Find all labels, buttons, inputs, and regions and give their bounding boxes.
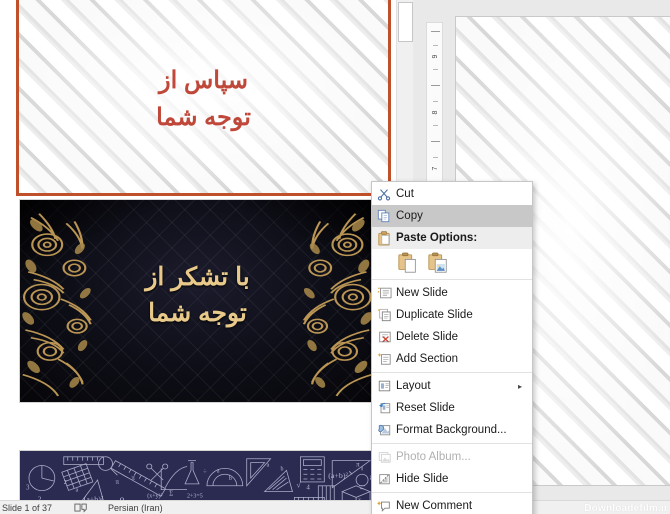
- status-bar: Slide 1 of 37 Persian (Iran): [0, 500, 670, 514]
- context-menu-label-delete-slide: Delete Slide: [396, 331, 459, 343]
- slide2-line-1: با تشکر از: [145, 262, 250, 291]
- context-menu-item-add-section[interactable]: Add Section: [372, 348, 532, 370]
- context-menu-item-photo-album[interactable]: Photo Album...: [372, 446, 532, 468]
- duplicate-slide-icon: [372, 304, 396, 326]
- svg-text:π: π: [356, 462, 360, 469]
- context-menu-label-hide-slide: Hide Slide: [396, 473, 449, 485]
- svg-text:a: a: [76, 488, 79, 494]
- thumbnail-scrollbar-thumb[interactable]: [398, 2, 413, 42]
- slide3-math-doodles: 2 (a+b)² 8 π (x+y)² 2+3=5 ÷ a b a b √ 4 …: [26, 456, 375, 503]
- context-menu-label-photo-album: Photo Album...: [396, 451, 471, 463]
- context-menu-item-format-background[interactable]: Format Background...: [372, 419, 532, 441]
- paste-use-destination-theme-button[interactable]: [396, 251, 420, 275]
- new-comment-icon: [372, 495, 396, 514]
- delete-slide-icon: [372, 326, 396, 348]
- slide2-line-2: توجه شما: [148, 298, 247, 327]
- context-menu-item-delete-slide[interactable]: Delete Slide: [372, 326, 532, 348]
- context-menu-label-new-comment: New Comment: [396, 500, 473, 512]
- notes-icon[interactable]: [74, 503, 88, 513]
- context-menu-label-new-slide: New Slide: [396, 287, 448, 299]
- paste-picture-button[interactable]: [426, 251, 450, 275]
- context-menu-item-cut[interactable]: Cut: [372, 183, 532, 205]
- status-slide-count[interactable]: Slide 1 of 37: [2, 503, 52, 513]
- context-menu-label-reset-slide: Reset Slide: [396, 402, 455, 414]
- paste-options-row[interactable]: [372, 249, 532, 277]
- svg-text:a: a: [267, 463, 270, 469]
- svg-text:b: b: [229, 476, 232, 482]
- svg-text:2+3=5: 2+3=5: [187, 493, 203, 499]
- slide-thumbnail-1[interactable]: سپاس از توجه شما: [16, 0, 391, 196]
- new-slide-icon: [372, 282, 396, 304]
- slide-thumbnail-panel[interactable]: سپاس از توجه شما با تشکر از توجه شما (a+…: [0, 0, 396, 503]
- context-menu-label-paste-options: Paste Options:: [396, 232, 478, 244]
- context-menu-label-duplicate-slide: Duplicate Slide: [396, 309, 473, 321]
- svg-text:÷: ÷: [203, 469, 207, 476]
- ruler-label-0: 9: [432, 54, 439, 59]
- context-menu-separator-1: [372, 279, 532, 280]
- ruler-label-1: 8: [432, 110, 439, 115]
- context-menu-item-new-slide[interactable]: New Slide: [372, 282, 532, 304]
- context-menu-separator-2: [372, 372, 532, 373]
- svg-text:3: 3: [26, 485, 30, 492]
- context-menu-item-new-comment[interactable]: New Comment: [372, 495, 532, 514]
- context-menu-separator-4: [372, 492, 532, 493]
- context-menu-label-copy: Copy: [396, 210, 423, 222]
- context-menu-item-copy[interactable]: Copy: [372, 205, 532, 227]
- thumbnail-number-2: [0, 199, 16, 203]
- slide2-text: با تشکر از توجه شما: [20, 259, 375, 332]
- context-menu-separator-3: [372, 443, 532, 444]
- context-menu-item-duplicate-slide[interactable]: Duplicate Slide: [372, 304, 532, 326]
- svg-text:(a+b)²: (a+b)²: [328, 471, 348, 480]
- slide1-line-1: سپاس از: [159, 66, 248, 94]
- context-menu-label-cut: Cut: [396, 188, 414, 200]
- format-background-icon: [372, 419, 396, 441]
- slide1-line-2: توجه شما: [156, 104, 251, 131]
- svg-text:Σ: Σ: [169, 491, 173, 498]
- context-menu-item-hide-slide[interactable]: Hide Slide: [372, 468, 532, 490]
- svg-text:π: π: [115, 479, 119, 486]
- add-section-icon: [372, 348, 396, 370]
- context-menu-item-layout[interactable]: Layout ▸: [372, 375, 532, 397]
- thumbnail-row-2[interactable]: با تشکر از توجه شما: [0, 199, 396, 403]
- svg-text:(x+y)²: (x+y)²: [147, 492, 162, 499]
- watermark-text: Downloadefilm.ir: [584, 503, 668, 514]
- thumbnail-row-3[interactable]: 2 (a+b)² 8 π (x+y)² 2+3=5 ÷ a b a b √ 4 …: [0, 450, 396, 503]
- photo-album-icon: [372, 446, 396, 468]
- svg-text:a: a: [217, 468, 220, 474]
- svg-text:π: π: [131, 475, 135, 482]
- context-menu-label-add-section: Add Section: [396, 353, 459, 365]
- svg-text:2: 2: [64, 480, 67, 486]
- context-menu-label-layout: Layout: [396, 380, 431, 392]
- powerpoint-window: سپاس از توجه شما با تشکر از توجه شما (a+…: [0, 0, 670, 514]
- status-language[interactable]: Persian (Iran): [108, 503, 163, 513]
- svg-text:b: b: [281, 466, 284, 472]
- layout-icon: [372, 375, 396, 397]
- ruler-label-2: 7: [432, 166, 439, 171]
- context-menu-item-reset-slide[interactable]: Reset Slide: [372, 397, 532, 419]
- scissors-icon: [372, 183, 396, 205]
- hide-slide-icon: [372, 468, 396, 490]
- svg-text:4: 4: [306, 485, 310, 492]
- thumbnail-number-3: [0, 450, 16, 454]
- thumbnail-row-1[interactable]: سپاس از توجه شما: [0, 0, 396, 196]
- svg-text:√: √: [296, 481, 301, 490]
- context-menu-item-paste-options: Paste Options:: [372, 227, 532, 249]
- reset-slide-icon: [372, 397, 396, 419]
- clipboard-icon: [372, 227, 396, 249]
- slide-thumbnail-3[interactable]: 2 (a+b)² 8 π (x+y)² 2+3=5 ÷ a b a b √ 4 …: [19, 450, 376, 503]
- submenu-arrow-icon: ▸: [517, 381, 522, 391]
- copy-icon: [372, 205, 396, 227]
- slide-context-menu[interactable]: Cut Copy Paste Options: New Slide Duplic…: [371, 181, 533, 514]
- slide-thumbnail-2[interactable]: با تشکر از توجه شما: [19, 199, 376, 403]
- context-menu-label-format-background: Format Background...: [396, 424, 507, 436]
- slide1-text: سپاس از توجه شما: [19, 54, 388, 136]
